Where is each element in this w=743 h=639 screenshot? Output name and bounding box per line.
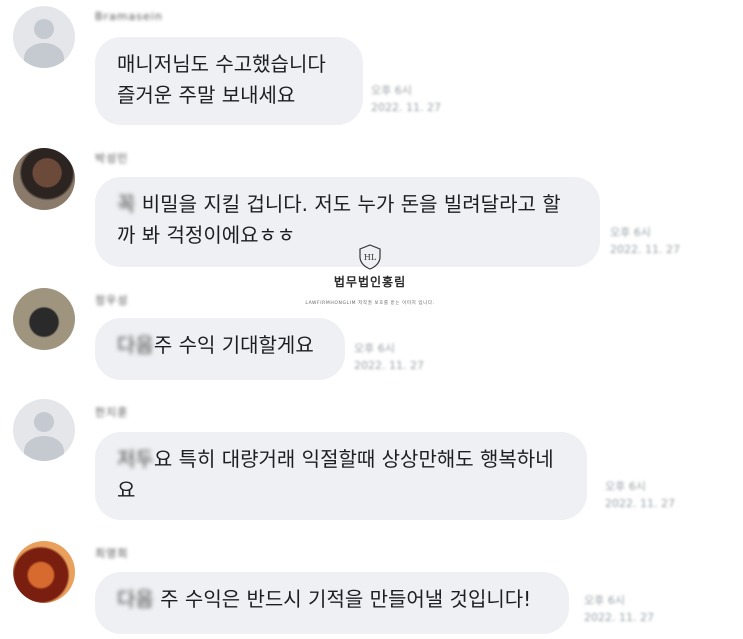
sender-name: 최영희 bbox=[95, 547, 129, 560]
avatar-body-shape bbox=[24, 436, 64, 461]
avatar[interactable] bbox=[13, 6, 75, 68]
message-line: 다음 주 수익은 반드시 기적을 만들어낼 것입니다! bbox=[117, 587, 532, 611]
sender-name: 정우성 bbox=[95, 294, 129, 307]
sender-name: 박성민 bbox=[95, 152, 129, 165]
message-bubble: 다음 주 수익은 반드시 기적을 만들어낼 것입니다! bbox=[95, 572, 569, 634]
message-line: 저두요 특히 대량거래 익절할때 상상만해도 행복하네 bbox=[117, 447, 554, 471]
message-bubble: 다음주 수익 기대할게요 bbox=[95, 318, 345, 380]
message-line: 다음주 수익 기대할게요 bbox=[117, 333, 314, 357]
message-bubble: 저두요 특히 대량거래 익절할때 상상만해도 행복하네 요 bbox=[95, 432, 587, 520]
message-line: 요 bbox=[117, 478, 136, 502]
blurred-text: 저두 bbox=[117, 447, 154, 471]
blurred-text: 다음 bbox=[117, 333, 154, 357]
watermark-subtitle: LAWFIRMHONGLIM 저작권 보호를 받는 이미지 입니다. bbox=[305, 301, 435, 306]
message-line: 매니저님도 수고했습니다 bbox=[117, 52, 326, 76]
sender-name: 한지훈 bbox=[95, 406, 129, 419]
avatar-head-shape bbox=[34, 412, 54, 432]
message-line: 꼭 비밀을 지킬 겁니다. 저도 누가 돈을 빌려달라고 할 bbox=[117, 192, 561, 216]
message-line: 즐거운 주말 보내세요 bbox=[117, 83, 296, 107]
blurred-text: 다음 bbox=[117, 587, 154, 611]
watermark: HL 법무법인홍림 LAWFIRMHONGLIM 저작권 보호를 받는 이미지 … bbox=[290, 244, 450, 306]
avatar[interactable] bbox=[13, 541, 75, 603]
timestamp: 오후 6시 2022. 11. 27 bbox=[610, 226, 680, 256]
sender-name: Bramasein bbox=[95, 10, 163, 23]
svg-text:HL: HL bbox=[364, 253, 377, 262]
avatar-head-shape bbox=[34, 19, 54, 39]
avatar-body-shape bbox=[24, 43, 64, 68]
avatar[interactable] bbox=[13, 399, 75, 461]
message-bubble: 매니저님도 수고했습니다 즐거운 주말 보내세요 bbox=[95, 37, 363, 125]
shield-logo-icon: HL bbox=[359, 244, 381, 270]
timestamp: 오후 6시 2022. 11. 27 bbox=[584, 594, 654, 624]
watermark-title: 법무법인홍림 bbox=[333, 275, 407, 289]
timestamp: 오후 6시 2022. 11. 27 bbox=[371, 84, 441, 114]
avatar[interactable] bbox=[13, 148, 75, 210]
timestamp: 오후 6시 2022. 11. 27 bbox=[354, 342, 424, 372]
blurred-text: 꼭 bbox=[117, 192, 136, 216]
avatar[interactable] bbox=[13, 288, 75, 350]
timestamp: 오후 6시 2022. 11. 27 bbox=[605, 480, 675, 510]
